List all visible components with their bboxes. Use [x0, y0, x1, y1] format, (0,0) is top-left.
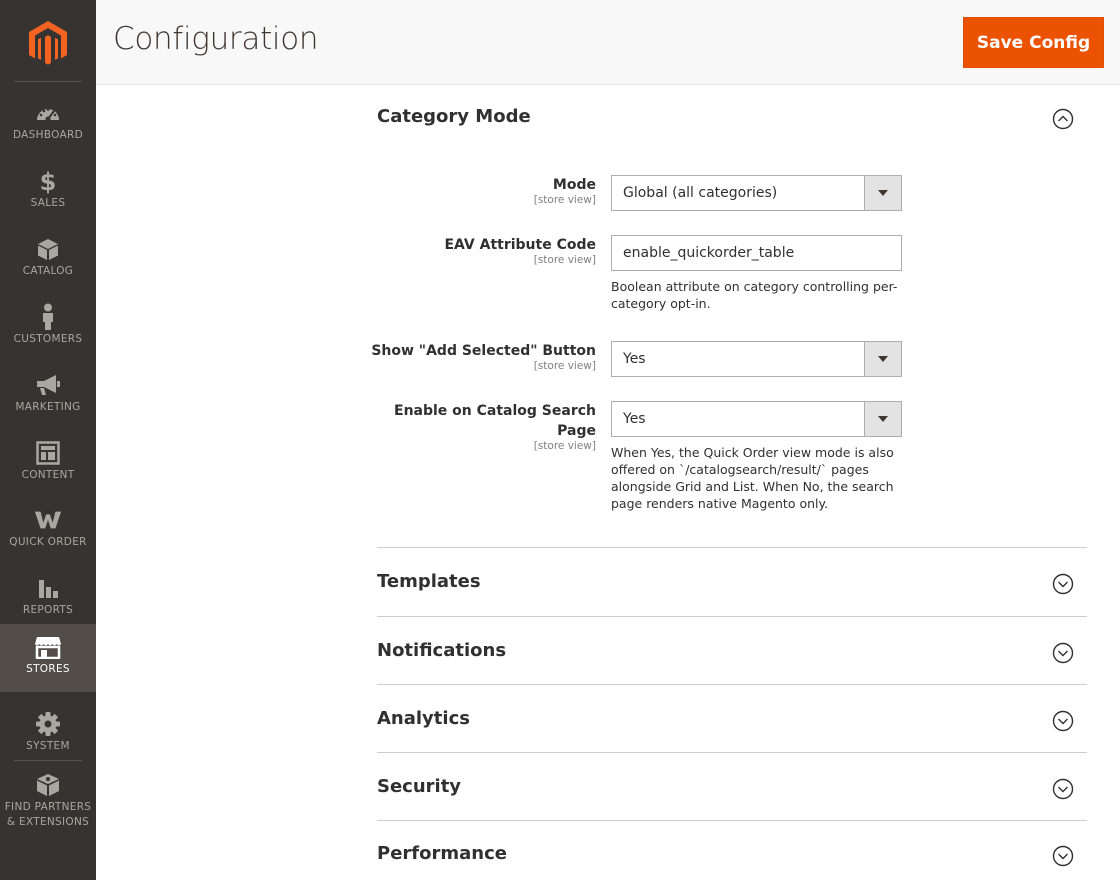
sidebar-item-system[interactable]: SYSTEM — [0, 701, 96, 769]
layout-icon — [34, 440, 62, 466]
eav-note-line2: category opt-in. — [611, 296, 711, 311]
eav-attribute-code-input[interactable] — [611, 235, 902, 271]
chevron-down-icon — [864, 342, 901, 376]
search-note-line1: When Yes, the Quick Order view mode is a… — [611, 445, 894, 460]
mode-select[interactable]: Global (all categories) — [611, 175, 902, 211]
sidebar-item-content[interactable]: CONTENT — [0, 430, 96, 498]
sidebar-item-label: MARKETING — [15, 401, 81, 413]
sidebar-item-label: DASHBOARD — [12, 129, 83, 141]
show-add-selected-select[interactable]: Yes — [611, 341, 902, 377]
eav-note-line1: Boolean attribute on category controllin… — [611, 279, 898, 294]
search-note-line4: page renders native Magento only. — [611, 496, 829, 511]
sidebar-item-sales[interactable]: $ SALES — [0, 158, 96, 226]
extensions-icon — [34, 772, 62, 798]
show-add-selected-label: Show "Add Selected" Button — [371, 343, 596, 359]
section-divider — [377, 752, 1087, 753]
storefront-icon — [34, 634, 62, 660]
show-add-selected-scope: [store view] — [533, 360, 596, 372]
save-config-button[interactable]: Save Config — [963, 17, 1104, 68]
section-title-security[interactable]: Security — [377, 776, 461, 797]
section-divider — [377, 684, 1087, 685]
catalog-search-label: Enable on Catalog Search Page — [296, 401, 596, 441]
sidebar-item-label-line2: & EXTENSIONS — [6, 816, 90, 828]
megaphone-icon — [34, 372, 62, 398]
sidebar-item-reports[interactable]: REPORTS — [0, 565, 96, 633]
dollar-icon: $ — [34, 168, 62, 194]
section-divider — [377, 547, 1087, 548]
show-add-selected-value: Yes — [623, 351, 646, 367]
sidebar-item-quick-order[interactable]: QUICK ORDER — [0, 497, 96, 565]
svg-text:$: $ — [40, 168, 57, 194]
chevron-down-icon[interactable] — [1052, 845, 1074, 867]
eav-attribute-code-note: Boolean attribute on category controllin… — [611, 278, 901, 312]
sidebar-divider — [14, 760, 82, 761]
catalog-search-label-line1: Enable on Catalog Search — [394, 403, 596, 419]
sidebar-item-dashboard[interactable]: DASHBOARD — [0, 90, 96, 158]
bar-chart-icon — [34, 575, 62, 601]
catalog-search-note: When Yes, the Quick Order view mode is a… — [611, 444, 901, 512]
section-title-category-mode[interactable]: Category Mode — [377, 106, 531, 127]
chevron-down-icon[interactable] — [1052, 710, 1074, 732]
section-title-templates[interactable]: Templates — [377, 571, 481, 592]
search-note-line2: offered on `/catalogsearch/result/` page… — [611, 462, 869, 477]
section-divider — [377, 820, 1087, 821]
eav-attribute-code-label: EAV Attribute Code — [444, 237, 596, 253]
sidebar-item-label: SALES — [30, 197, 66, 209]
sidebar-item-marketing[interactable]: MARKETING — [0, 362, 96, 430]
sidebar-item-label: FIND PARTNERS & EXTENSIONS — [5, 800, 92, 830]
catalog-search-select[interactable]: Yes — [611, 401, 902, 437]
chevron-down-icon[interactable] — [1052, 642, 1074, 664]
magento-logo[interactable] — [14, 4, 82, 82]
section-title-performance[interactable]: Performance — [377, 843, 507, 864]
box-icon — [34, 236, 62, 262]
chevron-down-icon[interactable] — [1052, 573, 1074, 595]
admin-sidebar: DASHBOARD $ SALES CATALOG CUSTOMERS MARK… — [0, 0, 96, 880]
chevron-up-icon[interactable] — [1052, 108, 1074, 130]
section-divider — [377, 616, 1087, 617]
gear-icon — [34, 711, 62, 737]
sidebar-item-label: SYSTEM — [26, 740, 70, 752]
person-icon — [34, 303, 62, 330]
catalog-search-value: Yes — [623, 411, 646, 427]
sidebar-item-label: CATALOG — [22, 265, 74, 277]
chevron-down-icon — [864, 176, 901, 210]
dashboard-icon — [34, 100, 62, 126]
sidebar-item-label: QUICK ORDER — [9, 536, 87, 548]
catalog-search-label-line2: Page — [557, 423, 596, 439]
mode-label: Mode — [552, 177, 596, 193]
mode-select-value: Global (all categories) — [623, 185, 778, 201]
magento-logo-icon — [29, 21, 67, 65]
sidebar-item-label-line1: FIND PARTNERS — [4, 801, 92, 813]
sidebar-item-label: CUSTOMERS — [13, 333, 83, 345]
sidebar-item-label: CONTENT — [21, 469, 75, 481]
sidebar-item-stores[interactable]: STORES — [0, 624, 96, 692]
catalog-search-scope: [store view] — [533, 440, 596, 452]
sidebar-item-label: STORES — [26, 663, 70, 675]
mode-scope: [store view] — [533, 194, 596, 206]
sidebar-item-find-partners[interactable]: FIND PARTNERS & EXTENSIONS — [0, 762, 96, 830]
section-title-notifications[interactable]: Notifications — [377, 640, 506, 661]
section-title-analytics[interactable]: Analytics — [377, 708, 470, 729]
sidebar-item-catalog[interactable]: CATALOG — [0, 226, 96, 294]
search-note-line3: alongside Grid and List. When No, the se… — [611, 479, 894, 494]
page-title: Configuration — [113, 21, 319, 57]
chevron-down-icon[interactable] — [1052, 778, 1074, 800]
sidebar-item-customers[interactable]: CUSTOMERS — [0, 294, 96, 362]
sidebar-item-label: REPORTS — [22, 604, 74, 616]
page-header: Configuration Save Config — [96, 0, 1120, 85]
chevron-down-icon — [864, 402, 901, 436]
quick-order-icon — [34, 507, 62, 533]
eav-attribute-code-scope: [store view] — [533, 254, 596, 266]
